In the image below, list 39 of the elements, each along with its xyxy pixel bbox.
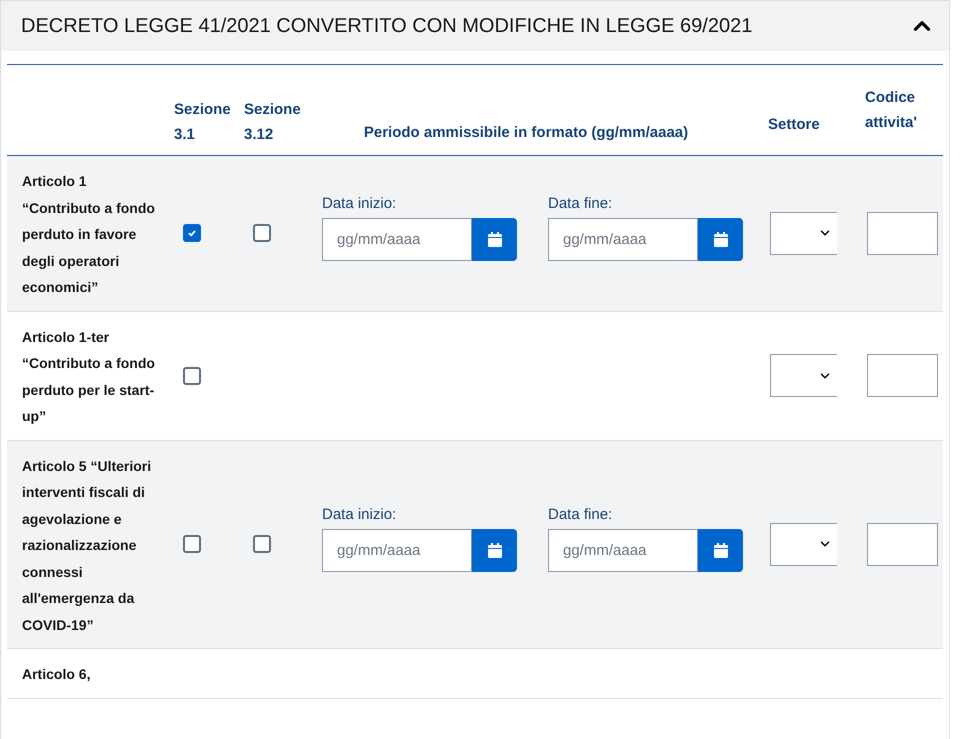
checkbox[interactable] — [253, 224, 271, 242]
activity-code-field[interactable] — [867, 522, 938, 566]
column-header: Codice attivita' — [865, 88, 918, 133]
calendar-icon — [488, 232, 502, 247]
article-title: Articolo 5 “Ulteriori interventi fiscali di agevolazione e razionalizzazione connessi all'emergenza da COVID-19” — [22, 456, 152, 634]
column-header: Settore — [768, 115, 820, 135]
field-label: Data fine: — [548, 194, 614, 214]
accordion-header[interactable]: DECRETO LEGGE 41/2021 CONVERTITO CON MODIFICHE IN LEGGE 69/2021 — [1, 1, 949, 51]
field-label: Data fine: — [548, 504, 614, 525]
checkbox[interactable] — [253, 535, 271, 554]
column-header: Sezione 3.12 — [244, 100, 302, 145]
sector-select[interactable] — [770, 522, 837, 566]
field-label: Data inizio: — [322, 194, 398, 214]
column-header: Sezione 3.1 — [174, 100, 232, 145]
activity-code-field[interactable] — [867, 354, 938, 397]
date-field[interactable]: gg/mm/aaaa — [548, 218, 698, 261]
check-icon — [187, 228, 197, 238]
calendar-button[interactable] — [472, 528, 517, 572]
calendar-button[interactable] — [698, 218, 743, 261]
activity-code-field[interactable] — [867, 212, 938, 255]
sector-select[interactable] — [770, 354, 837, 397]
checkbox[interactable] — [183, 366, 201, 384]
field-label: Data inizio: — [322, 504, 398, 525]
checkbox[interactable] — [183, 535, 201, 554]
date-field[interactable]: gg/mm/aaaa — [322, 218, 472, 261]
column-header: Periodo ammissibile in formato (gg/mm/aaaa) — [364, 123, 688, 143]
article-title: Articolo 1 “Contributo a fondo perduto in favore degli operatori economici” — [22, 172, 156, 297]
article-title: Articolo 6, — [22, 665, 92, 684]
calendar-icon — [714, 232, 728, 247]
panel-title: DECRETO LEGGE 41/2021 CONVERTITO CON MODIFICHE IN LEGGE 69/2021 — [21, 14, 752, 39]
date-field[interactable]: gg/mm/aaaa — [322, 528, 472, 572]
sector-select[interactable] — [770, 212, 837, 255]
date-field[interactable]: gg/mm/aaaa — [548, 528, 698, 572]
article-title: Articolo 1-ter “Contributo a fondo perduto per le start-up” — [22, 328, 156, 426]
checkbox[interactable] — [183, 224, 201, 242]
calendar-button[interactable] — [698, 528, 743, 572]
calendar-icon — [714, 542, 728, 558]
calendar-button[interactable] — [472, 218, 517, 261]
calendar-icon — [488, 542, 502, 558]
